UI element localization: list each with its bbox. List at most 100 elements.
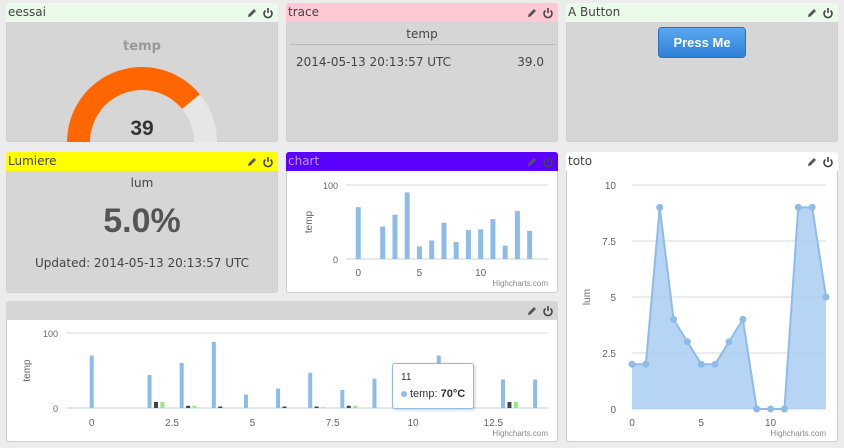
tooltip-dot — [401, 391, 407, 397]
power-icon[interactable] — [542, 7, 554, 19]
data-point — [697, 360, 705, 368]
bar-chart-small: 100 0 temp 0 5 10 Highcharts.com — [304, 181, 548, 288]
power-icon[interactable] — [822, 7, 834, 19]
chart-credits: Highcharts.com — [770, 429, 826, 438]
chart-credits: Highcharts.com — [492, 429, 548, 438]
x-tick-label: 5 — [699, 418, 705, 429]
bar — [211, 342, 216, 408]
data-point — [711, 360, 719, 368]
bar — [147, 375, 152, 408]
bar — [89, 355, 94, 408]
x-tick-label: 10 — [765, 418, 777, 429]
lumiere-label: lum — [130, 176, 154, 190]
widget-title: A Button — [568, 5, 621, 19]
bar — [321, 407, 326, 408]
y-tick-label: 10 — [605, 181, 617, 192]
tooltip-series: temp: — [410, 388, 441, 400]
bar — [276, 388, 281, 408]
trace-timestamp: 2014-05-13 20:13:57 UTC — [296, 55, 452, 69]
bar — [160, 402, 165, 408]
bar — [513, 402, 518, 408]
tooltip-row: temp: 70°C — [401, 388, 465, 400]
bar — [453, 241, 459, 259]
bar — [153, 402, 158, 408]
bar — [501, 379, 506, 408]
y-tick-label: 5 — [610, 293, 616, 304]
y-tick-label: 0 — [610, 405, 616, 416]
bar — [533, 379, 538, 408]
widget-header: A Button — [566, 3, 838, 22]
chart-tooltip: 11 temp: 70°C — [392, 363, 474, 409]
trace-divider — [290, 44, 556, 45]
x-tick-label: 0 — [89, 418, 95, 429]
data-point — [628, 360, 636, 368]
press-me-button[interactable]: Press Me — [658, 27, 746, 58]
x-tick-label: 10 — [407, 418, 419, 429]
x-tick-label: 5 — [417, 268, 423, 279]
toto-widget: toto 0 2.5 5 7.5 10 lum 0 5 10 Highcharts.com — [566, 152, 838, 442]
tooltip-value: 70°C — [440, 388, 466, 400]
bar — [527, 230, 533, 259]
bar — [218, 406, 223, 408]
trace-widget: trace temp 2014-05-13 20:13:57 UTC 39.0 — [286, 3, 558, 142]
bar — [282, 406, 287, 408]
bar — [465, 230, 471, 259]
trace-column-header: temp — [406, 27, 438, 41]
pencil-icon[interactable] — [806, 7, 818, 19]
x-tick-label: 7.5 — [326, 418, 340, 429]
bar — [308, 372, 313, 408]
bar — [192, 405, 197, 408]
x-tick-label: 5 — [250, 418, 256, 429]
bar-chart-big: 100 0 temp 0 2.5 5 7.5 10 12.5Highcharts.com — [22, 329, 548, 438]
data-point — [822, 293, 830, 301]
data-point — [808, 203, 816, 211]
pencil-icon[interactable] — [246, 156, 258, 168]
x-tick-label: 2.5 — [165, 418, 179, 429]
data-point — [683, 338, 691, 346]
bar — [429, 240, 435, 259]
x-tick-label: 0 — [629, 418, 635, 429]
bar — [179, 363, 184, 408]
power-icon[interactable] — [262, 156, 274, 168]
widget-header: Lumiere — [6, 152, 278, 171]
bar — [490, 219, 496, 259]
y-tick-label: 100 — [43, 329, 58, 339]
area-chart: 02.557.510lum0 5 10Highcharts.com — [582, 181, 830, 438]
data-point — [642, 360, 650, 368]
data-point — [739, 315, 747, 323]
data-point — [794, 203, 802, 211]
bar — [355, 207, 361, 259]
data-point — [670, 315, 678, 323]
x-tick-label: 12.5 — [484, 418, 504, 429]
widget-title: Lumiere — [8, 154, 57, 168]
bar — [502, 245, 508, 259]
gauge-value: 39 — [130, 117, 154, 140]
y-tick-label: 0 — [53, 404, 58, 414]
bar — [353, 405, 358, 408]
y-tick-label: 0 — [333, 255, 338, 265]
bar — [404, 192, 410, 259]
bar — [243, 394, 248, 408]
bar — [478, 229, 484, 259]
bar — [346, 405, 351, 408]
lumiere-value: 5.0% — [103, 202, 181, 240]
bar — [380, 226, 386, 259]
big-chart-widget: 100 0 temp 0 2.5 5 7.5 10 12.5 Highcharts.com 11 … — [6, 301, 558, 442]
data-point — [753, 405, 761, 413]
bar — [186, 405, 191, 408]
x-tick-label: 0 — [355, 268, 361, 279]
bar — [340, 390, 345, 408]
data-point — [656, 203, 664, 211]
pencil-icon[interactable] — [526, 7, 538, 19]
chart-widget: chart 100 0 temp 0 5 10 Highcharts.com — [286, 152, 558, 293]
bar — [507, 402, 512, 408]
lumiere-updated: Updated: 2014-05-13 20:13:57 UTC — [35, 256, 249, 270]
y-axis-label: temp — [304, 210, 315, 233]
bar — [514, 210, 520, 259]
bar — [416, 246, 422, 259]
button-widget: A Button Press Me — [566, 3, 838, 142]
y-axis-label: temp — [22, 359, 33, 382]
gauge-widget: eessai temp 39 — [6, 3, 278, 142]
trace-value: 39.0 — [517, 55, 544, 69]
bar — [392, 214, 398, 259]
